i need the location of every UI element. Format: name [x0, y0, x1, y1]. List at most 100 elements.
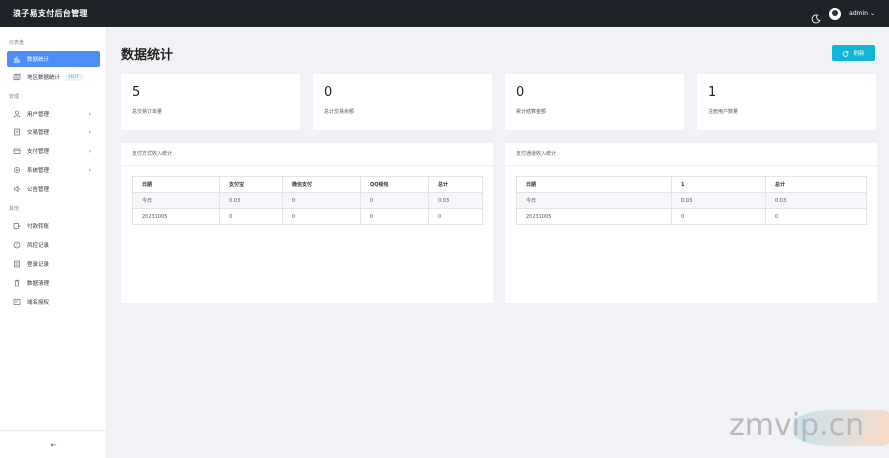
table-cell: 0 [765, 208, 867, 225]
column-header: 日期 [132, 176, 220, 193]
chevron-down-icon: ⌄ [869, 10, 875, 17]
collapse-icon: ⇤ [50, 440, 57, 449]
column-header: 总计 [765, 176, 867, 193]
top-bar: 浪子易支付后台管理 admin ⌄ [0, 0, 889, 27]
table-cell: 0.03 [219, 192, 283, 209]
stat-value: 5 [132, 85, 141, 100]
chevron-right-icon: › [88, 147, 91, 155]
sidebar-item-notices[interactable]: 公告管理 [7, 181, 100, 197]
panel-title: 支付方式收入统计 [132, 151, 173, 157]
sidebar-item-cleanup[interactable]: 数据清理 [7, 275, 100, 291]
main-content: 数据统计 刷新 5 总交易订单量 0 总计交易余额 0 累计结算金额 1 注册用… [107, 27, 889, 458]
hot-badge: HOT [65, 73, 83, 81]
table-cell: 今日 [516, 192, 672, 209]
table-cell: 0 [219, 208, 283, 225]
sidebar-item-label: 交易管理 [27, 130, 50, 136]
table-cell: 0 [360, 208, 429, 225]
table-cell: 0 [428, 208, 483, 225]
stat-value: 0 [516, 85, 525, 100]
sidebar-item-label: 数据清理 [27, 281, 50, 287]
table-cell: 今日 [132, 192, 220, 209]
table-cell: 0 [360, 192, 429, 209]
sidebar-item-users[interactable]: 用户管理 › [7, 106, 100, 122]
stat-card-users: 1 注册用户数量 [697, 74, 876, 130]
column-header: 日期 [516, 176, 672, 193]
stat-label: 总计交易余额 [324, 109, 355, 115]
stat-label: 累计结算金额 [516, 109, 547, 115]
table-row: 今日 0.03 0 0 0.03 [132, 192, 483, 209]
sidebar-item-label: 公告管理 [27, 187, 50, 193]
sidebar-group-title: 仪表盘 [9, 40, 25, 46]
stat-value: 1 [708, 85, 717, 100]
sidebar: 仪表盘 数据统计 地区数据统计 HOT 管理 用户管理 › 交易管理 › 支付管… [0, 27, 107, 458]
stat-card-settlement: 0 累计结算金额 [505, 74, 684, 130]
trash-icon [13, 279, 21, 287]
sidebar-item-label: 风控记录 [27, 243, 50, 249]
divider [121, 165, 493, 166]
table-cell: 0 [282, 208, 361, 225]
table-row: 20231005 0 0 0 0 [132, 208, 483, 225]
sidebar-group-title: 其他 [9, 206, 20, 212]
table-cell: 20231005 [132, 208, 220, 225]
watermark: zmvip.cn [729, 408, 865, 443]
table-cell: 0.03 [671, 192, 766, 209]
sidebar-item-label: 地区数据统计 [27, 75, 61, 81]
list-icon [13, 260, 21, 268]
payment-channel-table: 日期 1 总计 今日 0.03 0.03 20231005 0 0 [516, 176, 867, 225]
sidebar-item-region-stats[interactable]: 地区数据统计 HOT [7, 69, 100, 85]
bar-chart-icon [13, 55, 21, 63]
chevron-right-icon: › [88, 110, 91, 118]
sidebar-item-transfer[interactable]: 付款转账 [7, 218, 100, 234]
speaker-icon [13, 185, 21, 193]
sidebar-item-label: 系统管理 [27, 168, 50, 174]
stat-card-balance: 0 总计交易余额 [313, 74, 492, 130]
table-cell: 0 [282, 192, 361, 209]
alert-icon [13, 241, 21, 249]
table-row: 20231005 0 0 [516, 208, 867, 225]
user-name: admin [849, 10, 868, 17]
payment-method-table: 日期 支付宝 微信支付 QQ钱包 总计 今日 0.03 0 0 0.03 202… [132, 176, 483, 225]
map-icon [13, 73, 21, 81]
sidebar-group-title: 管理 [9, 94, 20, 100]
table-header-row: 日期 1 总计 [516, 176, 867, 193]
wallet-icon [13, 147, 21, 155]
payment-channel-income-panel: 支付通道收入统计 日期 1 总计 今日 0.03 0.03 20231005 0… [505, 143, 877, 303]
certificate-icon [13, 298, 21, 306]
table-cell: 0.03 [428, 192, 483, 209]
stat-label: 注册用户数量 [708, 109, 739, 115]
table-cell: 0 [671, 208, 766, 225]
refresh-label: 刷新 [853, 51, 865, 57]
table-cell: 20231005 [516, 208, 672, 225]
sidebar-item-trades[interactable]: 交易管理 › [7, 124, 100, 140]
theme-toggle-icon[interactable] [811, 9, 821, 23]
user-menu[interactable]: admin ⌄ [849, 10, 875, 17]
sidebar-item-label: 登录记录 [27, 262, 50, 268]
app-title: 浪子易支付后台管理 [13, 9, 88, 18]
document-icon [13, 128, 21, 136]
sidebar-item-payments[interactable]: 支付管理 › [7, 143, 100, 159]
chevron-right-icon: › [88, 166, 91, 174]
user-icon [13, 110, 21, 118]
sidebar-item-risk[interactable]: 风控记录 [7, 237, 100, 253]
table-row: 今日 0.03 0.03 [516, 192, 867, 209]
gear-icon [13, 166, 21, 174]
avatar[interactable] [829, 7, 842, 20]
sidebar-item-label: 支付管理 [27, 149, 50, 155]
payment-method-income-panel: 支付方式收入统计 日期 支付宝 微信支付 QQ钱包 总计 今日 0.03 0 0… [121, 143, 493, 303]
sidebar-item-label: 数据统计 [27, 57, 50, 63]
page-title: 数据统计 [121, 48, 174, 63]
sidebar-item-login-log[interactable]: 登录记录 [7, 256, 100, 272]
sidebar-item-domain-auth[interactable]: 域名授权 [7, 294, 100, 310]
refresh-icon [843, 50, 849, 57]
sidebar-item-data-stats[interactable]: 数据统计 [7, 51, 100, 67]
sidebar-item-label: 付款转账 [27, 224, 50, 230]
sidebar-item-system[interactable]: 系统管理 › [7, 162, 100, 178]
panel-title: 支付通道收入统计 [516, 151, 557, 157]
column-header: 总计 [428, 176, 483, 193]
transfer-icon [13, 222, 21, 230]
table-header-row: 日期 支付宝 微信支付 QQ钱包 总计 [132, 176, 483, 193]
refresh-button[interactable]: 刷新 [832, 45, 875, 61]
column-header: 微信支付 [282, 176, 361, 193]
table-cell: 0.03 [765, 192, 867, 209]
collapse-sidebar-button[interactable]: ⇤ [0, 430, 107, 458]
